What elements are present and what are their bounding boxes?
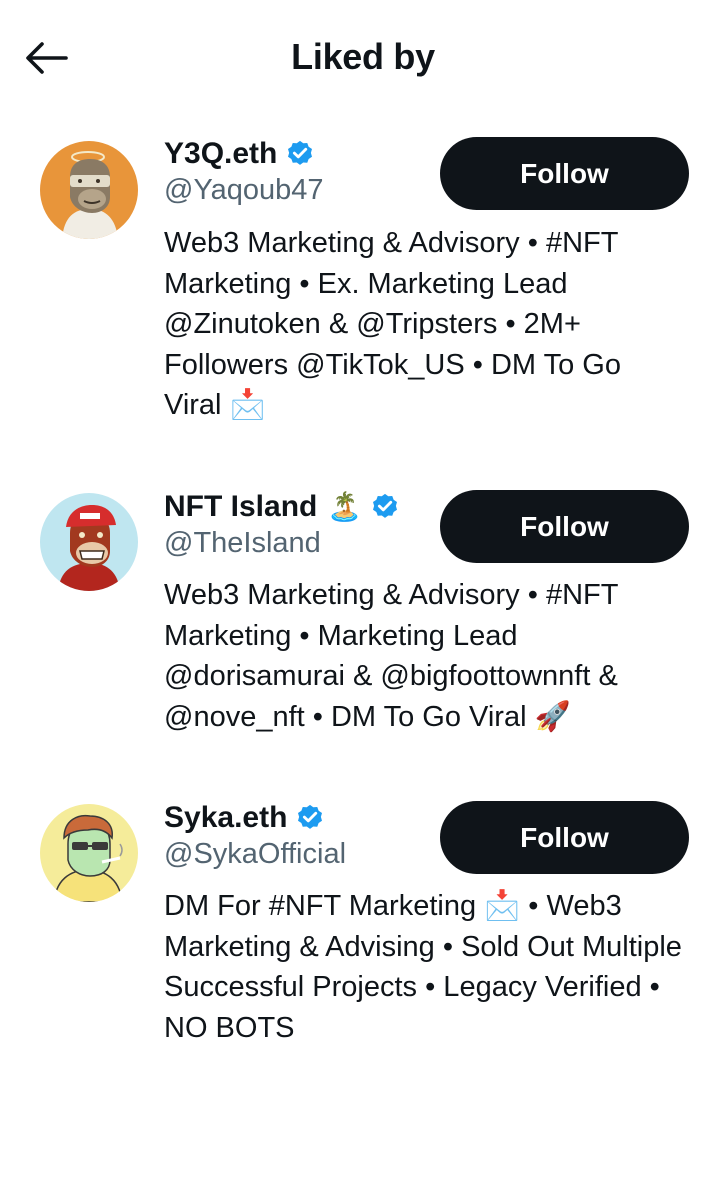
verified-badge-icon [373,493,398,518]
ape-avatar-image [40,493,138,591]
verified-badge-icon [298,804,323,829]
verified-badge-icon [288,140,313,165]
user-name[interactable]: Syka.eth [164,801,287,835]
user-bio: Web3 Marketing & Advisory • #NFT Marketi… [164,579,618,733]
island-emoji-icon: 🏝️ [327,491,363,522]
user-handle: @Yaqoub47 [164,174,324,206]
ape-avatar-image [40,141,138,239]
user-bio: DM For #NFT Marketing 📩 • Web3 Marketing… [164,890,682,1044]
avatar[interactable] [40,493,138,591]
name-row: Y3Q.eth [164,134,315,174]
name-row: NFT Island 🏝️ [164,487,400,527]
header: Liked by [0,0,726,118]
user-handle: @SykaOfficial [164,838,347,870]
user-handle: @TheIsland [164,527,321,559]
page-title: Liked by [291,36,435,77]
cartoon-avatar-image [40,804,138,902]
follow-button[interactable]: Follow [440,801,689,874]
user-name[interactable]: NFT Island [164,490,317,524]
name-row: Syka.eth [164,798,325,838]
avatar[interactable] [40,141,138,239]
avatar[interactable] [40,804,138,902]
follow-button[interactable]: Follow [440,490,689,563]
user-name[interactable]: Y3Q.eth [164,137,277,171]
follow-button[interactable]: Follow [440,137,689,210]
user-bio: Web3 Marketing & Advisory • #NFT Marketi… [164,227,621,422]
